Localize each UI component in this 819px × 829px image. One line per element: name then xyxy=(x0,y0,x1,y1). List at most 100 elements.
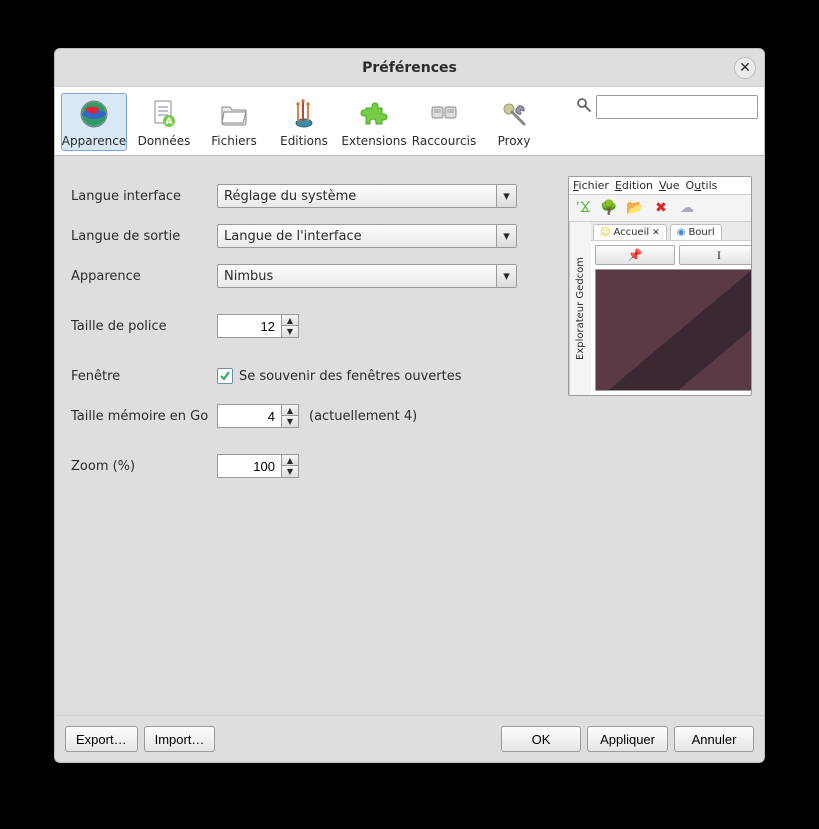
preview-tab-bourl[interactable]: ◉ Bourl xyxy=(670,224,722,240)
input-taille-police[interactable] xyxy=(217,314,281,338)
preview-column: FFichierichier Edition Vue Outils ՚Ϫ 🌳 📂… xyxy=(559,176,752,705)
combo-langue-interface[interactable]: Réglage du système ▾ xyxy=(217,184,517,208)
import-button[interactable]: Import… xyxy=(144,726,216,752)
toolbar-tab-label: Editions xyxy=(280,134,328,148)
label-apparence: Apparence xyxy=(67,269,217,284)
text-cursor-icon[interactable]: I xyxy=(679,245,752,265)
checkbox-label: Se souvenir des fenêtres ouvertes xyxy=(239,369,462,384)
spinner-buttons: ▲ ▼ xyxy=(281,314,299,338)
export-button[interactable]: Export… xyxy=(65,726,138,752)
puzzle-icon xyxy=(358,98,390,130)
checkbox-fenetre[interactable] xyxy=(217,368,233,384)
preferences-window: Préférences ✕ Apparence A xyxy=(54,48,765,763)
wrench-icon xyxy=(498,98,530,130)
preview-side-tab[interactable]: Explorateur Gedcom xyxy=(569,222,591,395)
preview-menu-vue[interactable]: Vue xyxy=(659,179,680,192)
memory-note: (actuellement 4) xyxy=(309,409,417,424)
document-icon: A xyxy=(148,98,180,130)
people-icon: ◉ xyxy=(677,227,686,238)
preview-image xyxy=(595,269,752,391)
preview-toolbar: ՚Ϫ 🌳 📂 ✖ ☁ xyxy=(569,195,751,222)
preview-tab-accueil[interactable]: ☺ Accueil ✕ xyxy=(593,224,667,240)
combo-langue-sortie[interactable]: Langue de l'interface ▾ xyxy=(217,224,517,248)
row-zoom: Zoom (%) ▲ ▼ xyxy=(67,436,547,496)
row-langue-sortie: Langue de sortie Langue de l'interface ▾ xyxy=(67,216,547,256)
preview-mini-toolbar: 📌 I ⚠ xyxy=(591,241,752,269)
svg-text:A: A xyxy=(166,117,173,127)
label-fenetre: Fenêtre xyxy=(67,369,217,384)
keyboard-icon xyxy=(428,98,460,130)
label-langue-interface: Langue interface xyxy=(67,189,217,204)
row-taille-memoire: Taille mémoire en Go ▲ ▼ (actuellement 4… xyxy=(67,396,547,436)
row-apparence: Apparence Nimbus ▾ xyxy=(67,256,547,296)
label-taille-police: Taille de police xyxy=(67,319,217,334)
toolbar-tab-label: Données xyxy=(138,134,191,148)
preview-menu-outils[interactable]: Outils xyxy=(686,179,718,192)
toolbar-tab-label: Proxy xyxy=(498,134,531,148)
combo-value: Réglage du système xyxy=(224,189,356,204)
toolbar-tab-label: Apparence xyxy=(62,134,126,148)
folder-icon xyxy=(218,98,250,130)
row-fenetre: Fenêtre Se souvenir des fenêtres ouverte… xyxy=(67,356,547,396)
content-area: Langue interface Réglage du système ▾ La… xyxy=(55,156,764,715)
toolbar-tab-fichiers[interactable]: Fichiers xyxy=(201,93,267,151)
form-column: Langue interface Réglage du système ▾ La… xyxy=(67,176,547,705)
search-input[interactable] xyxy=(596,95,758,119)
toolbar-tab-editions[interactable]: Editions xyxy=(271,93,337,151)
label-zoom: Zoom (%) xyxy=(67,459,217,474)
ok-button[interactable]: OK xyxy=(501,726,581,752)
preview-tab-label: Accueil xyxy=(613,227,649,238)
toolbar: Apparence A Données Fichiers xyxy=(55,87,764,156)
folder-open-icon[interactable]: 📂 xyxy=(625,198,645,218)
spin-down[interactable]: ▼ xyxy=(282,466,298,477)
preview-content: 📌 I ⚠ xyxy=(591,241,752,395)
spin-up[interactable]: ▲ xyxy=(282,455,298,466)
preview-body: Explorateur Gedcom ☺ Accueil ✕ ◉ Bourl xyxy=(569,222,751,395)
spin-up[interactable]: ▲ xyxy=(282,315,298,326)
toolbar-tab-label: Fichiers xyxy=(211,134,256,148)
input-zoom[interactable] xyxy=(217,454,281,478)
toolbar-tab-raccourcis[interactable]: Raccourcis xyxy=(411,93,477,151)
toolbar-tab-apparence[interactable]: Apparence xyxy=(61,93,127,151)
toolbar-tab-donnees[interactable]: A Données xyxy=(131,93,197,151)
globe-icon xyxy=(78,98,110,130)
close-icon[interactable]: ✕ xyxy=(652,228,660,238)
chevron-down-icon: ▾ xyxy=(496,225,516,247)
spin-down[interactable]: ▼ xyxy=(282,416,298,427)
pin-icon[interactable]: 📌 xyxy=(595,245,675,265)
chevron-down-icon: ▾ xyxy=(496,265,516,287)
search-icon xyxy=(576,97,592,117)
close-button[interactable]: ✕ xyxy=(734,57,756,79)
brushes-icon xyxy=(288,98,320,130)
toolbar-tab-proxy[interactable]: Proxy xyxy=(481,93,547,151)
apply-button[interactable]: Appliquer xyxy=(587,726,668,752)
preview-menu-fichier[interactable]: FFichierichier xyxy=(573,179,609,192)
search-area xyxy=(576,95,758,119)
combo-apparence[interactable]: Nimbus ▾ xyxy=(217,264,517,288)
preview-panel: FFichierichier Edition Vue Outils ՚Ϫ 🌳 📂… xyxy=(568,176,752,396)
row-langue-interface: Langue interface Réglage du système ▾ xyxy=(67,176,547,216)
label-taille-memoire: Taille mémoire en Go xyxy=(67,409,217,424)
cloud-icon[interactable]: ☁ xyxy=(677,198,697,218)
delete-icon[interactable]: ✖ xyxy=(651,198,671,218)
toolbar-tab-label: Raccourcis xyxy=(412,134,476,148)
cancel-button[interactable]: Annuler xyxy=(674,726,754,752)
sprout-icon[interactable]: ՚Ϫ xyxy=(573,198,593,218)
spinner-zoom: ▲ ▼ xyxy=(217,454,299,478)
spin-up[interactable]: ▲ xyxy=(282,405,298,416)
close-icon: ✕ xyxy=(739,61,751,75)
preview-menubar: FFichierichier Edition Vue Outils xyxy=(569,177,751,195)
preview-menu-edition[interactable]: Edition xyxy=(615,179,653,192)
combo-value: Nimbus xyxy=(224,269,273,284)
toolbar-tab-label: Extensions xyxy=(341,134,406,148)
tree-icon[interactable]: 🌳 xyxy=(599,198,619,218)
spinner-buttons: ▲ ▼ xyxy=(281,404,299,428)
input-taille-memoire[interactable] xyxy=(217,404,281,428)
spinner-taille-memoire: ▲ ▼ xyxy=(217,404,299,428)
chevron-down-icon: ▾ xyxy=(496,185,516,207)
toolbar-tab-extensions[interactable]: Extensions xyxy=(341,93,407,151)
spin-down[interactable]: ▼ xyxy=(282,326,298,337)
spinner-taille-police: ▲ ▼ xyxy=(217,314,299,338)
spinner-buttons: ▲ ▼ xyxy=(281,454,299,478)
preview-tabs: ☺ Accueil ✕ ◉ Bourl xyxy=(591,222,752,241)
